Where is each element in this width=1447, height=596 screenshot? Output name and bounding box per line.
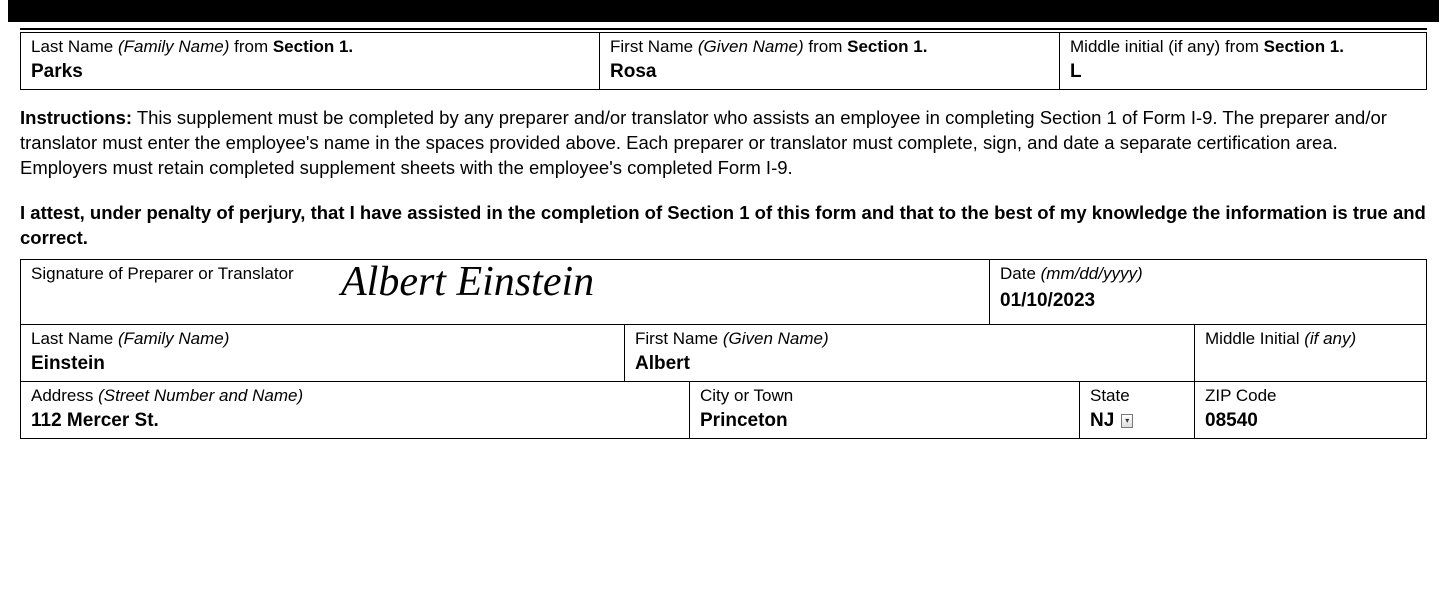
date-cell: Date (mm/dd/yyyy) 01/10/2023 [990,259,1427,325]
header-black-bar [8,0,1439,22]
city-label: City or Town [700,386,1069,406]
state-cell: State NJ ▾ [1080,382,1195,439]
label-bold: Section 1. [273,37,353,56]
instructions-body: This supplement must be completed by any… [20,107,1387,178]
instructions-lead: Instructions: [20,107,132,128]
address-value[interactable]: 112 Mercer St. [31,410,679,432]
date-value[interactable]: 01/10/2023 [1000,290,1416,312]
label-text: First Name [610,37,698,56]
signature-cell: Signature of Preparer or Translator Albe… [20,259,990,325]
zip-value[interactable]: 08540 [1205,410,1416,432]
employee-last-name-value[interactable]: Parks [31,61,589,83]
header-rule [20,28,1427,30]
zip-cell: ZIP Code 08540 [1195,382,1427,439]
label-text: Middle initial (if any) from [1070,37,1264,56]
label-ital: (Family Name) [118,37,229,56]
label-ital: (Street Number and Name) [98,386,303,405]
label-text: Date [1000,264,1041,283]
preparer-first-name-label: First Name (Given Name) [635,329,1184,349]
signature-row: Signature of Preparer or Translator Albe… [20,259,1427,325]
employee-first-name-value[interactable]: Rosa [610,61,1049,83]
preparer-last-name-cell: Last Name (Family Name) Einstein [20,325,625,382]
preparer-last-name-value[interactable]: Einstein [31,353,614,375]
dropdown-caret-icon: ▾ [1121,414,1133,428]
state-select[interactable]: NJ ▾ [1090,410,1133,432]
employee-last-name-cell: Last Name (Family Name) from Section 1. … [20,32,600,90]
city-value[interactable]: Princeton [700,410,1069,432]
label-text: from [229,37,272,56]
label-ital: (Given Name) [723,329,829,348]
label-bold: Section 1. [847,37,927,56]
preparer-last-name-label: Last Name (Family Name) [31,329,614,349]
zip-label: ZIP Code [1205,386,1416,406]
attestation-text: I attest, under penalty of perjury, that… [20,201,1427,251]
preparer-name-row: Last Name (Family Name) Einstein First N… [20,325,1427,382]
employee-middle-initial-label: Middle initial (if any) from Section 1. [1070,37,1416,57]
city-cell: City or Town Princeton [690,382,1080,439]
employee-middle-initial-cell: Middle initial (if any) from Section 1. … [1060,32,1427,90]
address-cell: Address (Street Number and Name) 112 Mer… [20,382,690,439]
date-label: Date (mm/dd/yyyy) [1000,264,1416,284]
employee-name-row: Last Name (Family Name) from Section 1. … [20,32,1427,90]
preparer-address-row: Address (Street Number and Name) 112 Mer… [20,382,1427,439]
state-label: State [1090,386,1184,406]
label-ital: (Given Name) [698,37,804,56]
state-value: NJ [1090,410,1114,431]
label-ital: (mm/dd/yyyy) [1041,264,1143,283]
label-text: Address [31,386,98,405]
address-label: Address (Street Number and Name) [31,386,679,406]
preparer-first-name-value[interactable]: Albert [635,353,1184,375]
employee-first-name-label: First Name (Given Name) from Section 1. [610,37,1049,57]
employee-first-name-cell: First Name (Given Name) from Section 1. … [600,32,1060,90]
label-text: Last Name [31,329,118,348]
label-text: Last Name [31,37,118,56]
signature-value[interactable]: Albert Einstein [341,258,594,306]
preparer-first-name-cell: First Name (Given Name) Albert [625,325,1195,382]
label-text: First Name [635,329,723,348]
employee-middle-initial-value[interactable]: L [1070,61,1416,83]
label-bold: Section 1. [1264,37,1344,56]
preparer-middle-initial-cell: Middle Initial (if any) [1195,325,1427,382]
instructions-block: Instructions: This supplement must be co… [20,106,1427,181]
label-ital: (Family Name) [118,329,229,348]
label-ital: (if any) [1304,329,1356,348]
label-text: from [804,37,847,56]
employee-last-name-label: Last Name (Family Name) from Section 1. [31,37,589,57]
label-text: Middle Initial [1205,329,1304,348]
preparer-middle-initial-label: Middle Initial (if any) [1205,329,1416,349]
